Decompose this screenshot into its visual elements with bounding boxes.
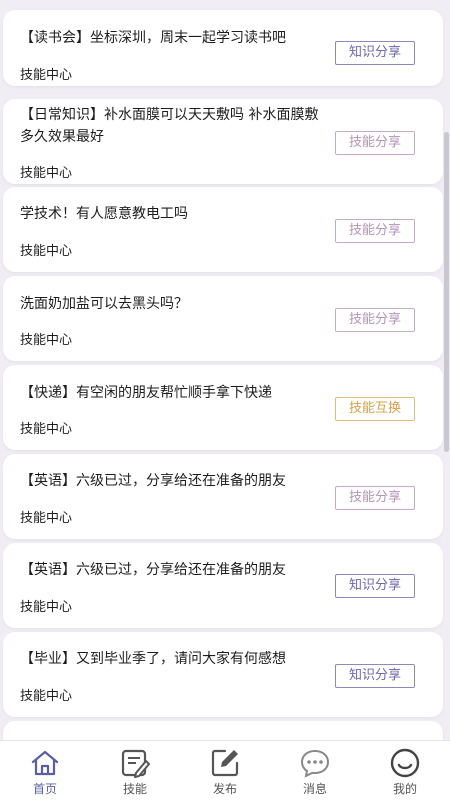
scrollbar[interactable]: [444, 132, 449, 452]
post-tag-badge[interactable]: 知识分享: [335, 41, 415, 65]
post-card[interactable]: 【日常知识】补水面膜可以天天敷吗 补水面膜敷多久效果最好 技能中心 技能分享: [3, 99, 443, 184]
post-card[interactable]: [3, 721, 443, 740]
post-title: 学技术！有人愿意教电工吗: [20, 206, 188, 222]
post-title: 【英语】六级已过，分享给还在准备的朋友: [20, 473, 286, 489]
post-tag-badge[interactable]: 知识分享: [335, 574, 415, 598]
tab-skills[interactable]: 技能: [90, 741, 180, 800]
post-card[interactable]: 【毕业】又到毕业季了，请问大家有何感想 技能中心 知识分享: [3, 632, 443, 717]
post-tag-badge[interactable]: 技能互换: [335, 397, 415, 421]
tab-label: 消息: [302, 782, 327, 796]
tab-label: 我的: [392, 782, 417, 796]
post-tag-badge[interactable]: 技能分享: [335, 131, 415, 155]
post-card[interactable]: 洗面奶加盐可以去黑头吗？ 技能中心 技能分享: [3, 276, 443, 361]
post-card[interactable]: 【快递】有空闲的朋友帮忙顺手拿下快递 技能中心 技能互换: [3, 365, 443, 450]
bottom-tab-bar: 首页 技能 发布 消息 我的: [0, 740, 450, 800]
post-category: 技能中心: [20, 600, 73, 615]
post-card[interactable]: 【英语】六级已过，分享给还在准备的朋友 技能中心 技能分享: [3, 454, 443, 539]
post-title: 【读书会】坐标深圳，周末一起学习读书吧: [20, 30, 286, 46]
post-feed[interactable]: 【读书会】坐标深圳，周末一起学习读书吧 技能中心 知识分享 【日常知识】补水面膜…: [0, 0, 450, 740]
post-category: 技能中心: [20, 422, 73, 437]
tab-messages[interactable]: 消息: [270, 741, 360, 800]
profile-icon: [390, 748, 420, 778]
home-icon: [31, 750, 59, 776]
post-category: 技能中心: [20, 244, 73, 259]
post-title: 洗面奶加盐可以去黑头吗？: [20, 296, 188, 312]
post-title: 【快递】有空闲的朋友帮忙顺手拿下快递: [20, 385, 272, 401]
tab-profile[interactable]: 我的: [360, 741, 450, 800]
tab-label: 发布: [212, 782, 237, 796]
post-category: 技能中心: [20, 166, 73, 181]
message-icon: [300, 749, 330, 778]
post-tag-badge[interactable]: 技能分享: [335, 486, 415, 510]
tab-home[interactable]: 首页: [0, 741, 90, 800]
post-card[interactable]: 【英语】六级已过，分享给还在准备的朋友 技能中心 知识分享: [3, 543, 443, 628]
post-title: 【毕业】又到毕业季了，请问大家有何感想: [20, 651, 286, 667]
tab-label: 首页: [32, 782, 57, 796]
post-title: 【英语】六级已过，分享给还在准备的朋友: [20, 562, 286, 578]
post-tag-badge[interactable]: 技能分享: [335, 219, 415, 243]
post-category: 技能中心: [20, 511, 73, 526]
skills-icon: [121, 749, 150, 778]
post-card[interactable]: 学技术！有人愿意教电工吗 技能中心 技能分享: [3, 187, 443, 272]
post-tag-badge[interactable]: 知识分享: [335, 664, 415, 688]
post-category: 技能中心: [20, 68, 73, 83]
post-category: 技能中心: [20, 689, 73, 704]
post-card[interactable]: 【读书会】坐标深圳，周末一起学习读书吧 技能中心 知识分享: [3, 10, 443, 86]
post-tag-badge[interactable]: 技能分享: [335, 308, 415, 332]
tab-label: 技能: [122, 782, 147, 796]
post-category: 技能中心: [20, 333, 73, 348]
post-title: 【日常知识】补水面膜可以天天敷吗 补水面膜敷多久效果最好: [20, 107, 319, 145]
tab-publish[interactable]: 发布: [180, 741, 270, 800]
publish-icon: [211, 749, 239, 777]
